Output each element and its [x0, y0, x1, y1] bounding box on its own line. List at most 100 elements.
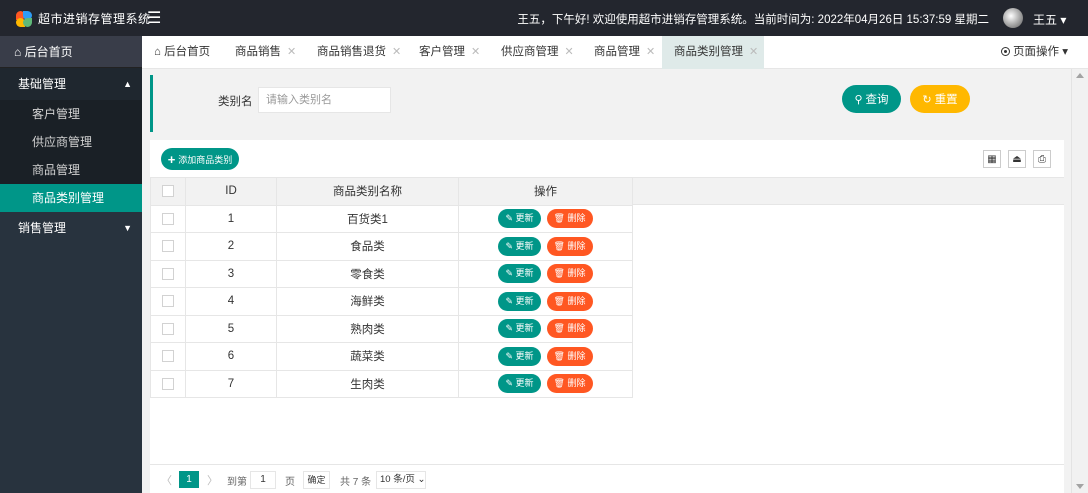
table-header-row: ID 商品类别名称 操作 [150, 177, 633, 206]
sidebar-item-products[interactable]: 商品管理 [0, 156, 142, 184]
category-table: ID 商品类别名称 操作 1 百货类1 ✎ 更新 🗑 删除 2 食品类 ✎ 更新 🗑 删除 3 零… [150, 177, 633, 398]
cell-name: 零食类 [276, 259, 459, 288]
sidebar-item-home[interactable]: ⌂ 后台首页 [0, 36, 142, 68]
sidebar-item-suppliers[interactable]: 供应商管理 [0, 128, 142, 156]
close-icon[interactable]: ✕ [392, 46, 401, 58]
tab-sales[interactable]: 商品销售 ✕ [223, 36, 296, 69]
app-title: 超市进销存管理系统 [38, 12, 151, 26]
close-icon[interactable]: ✕ [749, 46, 758, 58]
row-select-cell [150, 232, 186, 261]
delete-button[interactable]: 🗑 删除 [546, 319, 593, 339]
table-row[interactable]: 3 零食类 ✎ 更新 🗑 删除 [150, 259, 633, 288]
trash-icon: 🗑 [553, 268, 565, 279]
delete-button[interactable]: 🗑 删除 [546, 346, 593, 366]
tab-products[interactable]: 商品管理 ✕ [582, 36, 655, 69]
edit-button[interactable]: ✎ 更新 [498, 291, 541, 311]
table-row[interactable]: 5 熟肉类 ✎ 更新 🗑 删除 [150, 314, 633, 343]
home-icon: ⌂ [154, 46, 161, 58]
delete-button[interactable]: 🗑 删除 [546, 236, 593, 256]
edit-button[interactable]: ✎ 更新 [498, 236, 541, 256]
avatar[interactable] [1003, 8, 1023, 28]
query-button[interactable]: ⚲ 查询 [842, 85, 901, 113]
edit-button[interactable]: ✎ 更新 [498, 264, 541, 284]
edit-button[interactable]: ✎ 更新 [498, 319, 541, 339]
tab-suppliers[interactable]: 供应商管理 ✕ [489, 36, 574, 69]
row-checkbox[interactable] [162, 240, 174, 253]
row-checkbox[interactable] [162, 295, 174, 308]
reset-button[interactable]: ↻ 重置 [910, 85, 970, 113]
delete-button[interactable]: 🗑 删除 [546, 374, 593, 394]
close-icon[interactable]: ✕ [287, 46, 296, 58]
edit-button[interactable]: ✎ 更新 [498, 209, 541, 229]
table-row[interactable]: 4 海鲜类 ✎ 更新 🗑 删除 [150, 287, 633, 316]
page-scrollbar[interactable] [1071, 69, 1088, 493]
edit-button[interactable]: ✎ 更新 [498, 346, 541, 366]
top-header: 超市进销存管理系统 ☰ 王五，下午好! 欢迎使用超市进销存管理系统。当前时间为:… [0, 0, 1088, 36]
select-all-cell [150, 177, 186, 206]
table-row[interactable]: 1 百货类1 ✎ 更新 🗑 删除 [150, 204, 633, 233]
trash-icon: 🗑 [553, 350, 565, 361]
tab-label: 商品管理 [594, 46, 640, 58]
scroll-down-icon[interactable] [1076, 484, 1084, 489]
delete-label: 删除 [567, 350, 586, 361]
table-row[interactable]: 7 生肉类 ✎ 更新 🗑 删除 [150, 369, 633, 398]
goto-label: 到第 [227, 477, 247, 488]
row-checkbox[interactable] [162, 212, 174, 225]
hamburger-icon[interactable]: ☰ [147, 8, 161, 28]
row-checkbox[interactable] [162, 350, 174, 363]
prev-page-icon[interactable]: 〈 [161, 472, 172, 488]
next-page-icon[interactable]: 〉 [207, 472, 218, 488]
close-icon[interactable]: ✕ [646, 46, 655, 58]
sidebar-submenu: 客户管理 供应商管理 商品管理 商品类别管理 [0, 100, 142, 212]
cell-name: 熟肉类 [276, 314, 459, 343]
goto-page-input[interactable]: 1 [250, 471, 276, 489]
column-header-name[interactable]: 商品类别名称 [276, 177, 459, 206]
sidebar-item-customers[interactable]: 客户管理 [0, 100, 142, 128]
table-row[interactable]: 2 食品类 ✎ 更新 🗑 删除 [150, 232, 633, 261]
page-ops-menu[interactable]: 页面操作 ▾ [1001, 36, 1068, 69]
tab-label: 商品销售 [235, 46, 281, 58]
close-icon[interactable]: ✕ [471, 46, 480, 58]
page-number-current[interactable]: 1 [179, 471, 199, 488]
sidebar-group-basic[interactable]: 基础管理 ▲ [0, 68, 142, 100]
add-category-button[interactable]: + 添加商品类别 [161, 148, 239, 170]
close-icon[interactable]: ✕ [565, 46, 574, 58]
edit-label: 更新 [515, 240, 534, 251]
caret-down-icon: ▾ [1060, 13, 1067, 27]
pencil-icon: ✎ [505, 295, 514, 306]
table-row[interactable]: 6 蔬菜类 ✎ 更新 🗑 删除 [150, 342, 633, 371]
tab-sales-return[interactable]: 商品销售退货 ✕ [305, 36, 401, 69]
edit-label: 更新 [515, 268, 534, 279]
scroll-up-icon[interactable] [1076, 73, 1084, 78]
goto-confirm-button[interactable]: 确定 [303, 471, 330, 489]
delete-button[interactable]: 🗑 删除 [546, 264, 593, 284]
page-unit-label: 页 [285, 477, 295, 488]
user-menu[interactable]: 王五 ▾ [1033, 11, 1066, 28]
sidebar-item-product-categories[interactable]: 商品类别管理 [0, 184, 142, 212]
tab-product-categories[interactable]: 商品类别管理 ✕ [662, 36, 764, 69]
delete-button[interactable]: 🗑 删除 [546, 209, 593, 229]
columns-filter-icon[interactable]: ▦ [983, 150, 1001, 168]
page-size-select[interactable]: 10 条/页 ⌄ [376, 471, 426, 489]
sidebar-group-label: 基础管理 [18, 77, 67, 91]
row-checkbox[interactable] [162, 322, 174, 335]
delete-button[interactable]: 🗑 删除 [546, 291, 593, 311]
row-checkbox[interactable] [162, 377, 174, 390]
cell-actions: ✎ 更新 🗑 删除 [458, 342, 633, 371]
select-all-checkbox[interactable] [162, 185, 174, 198]
column-header-id[interactable]: ID [185, 177, 277, 206]
export-icon[interactable]: ⏏ [1008, 150, 1026, 168]
sidebar-group-sales[interactable]: 销售管理 ▼ [0, 212, 142, 244]
cell-id: 3 [185, 259, 277, 288]
print-icon[interactable]: ⎙ [1033, 150, 1051, 168]
category-name-input[interactable] [258, 87, 391, 113]
add-label: 添加商品类别 [178, 154, 233, 165]
edit-button[interactable]: ✎ 更新 [498, 374, 541, 394]
pagination: 〈 1 〉 到第 1 页 确定 共 7 条 10 条/页 ⌄ [150, 464, 1064, 493]
tab-customers[interactable]: 客户管理 ✕ [407, 36, 480, 69]
tab-label: 商品类别管理 [674, 46, 743, 58]
tab-home[interactable]: ⌂ 后台首页 [142, 36, 210, 69]
caret-down-icon: ⌄ [417, 474, 426, 485]
row-checkbox[interactable] [162, 267, 174, 280]
trash-icon: 🗑 [553, 323, 565, 334]
